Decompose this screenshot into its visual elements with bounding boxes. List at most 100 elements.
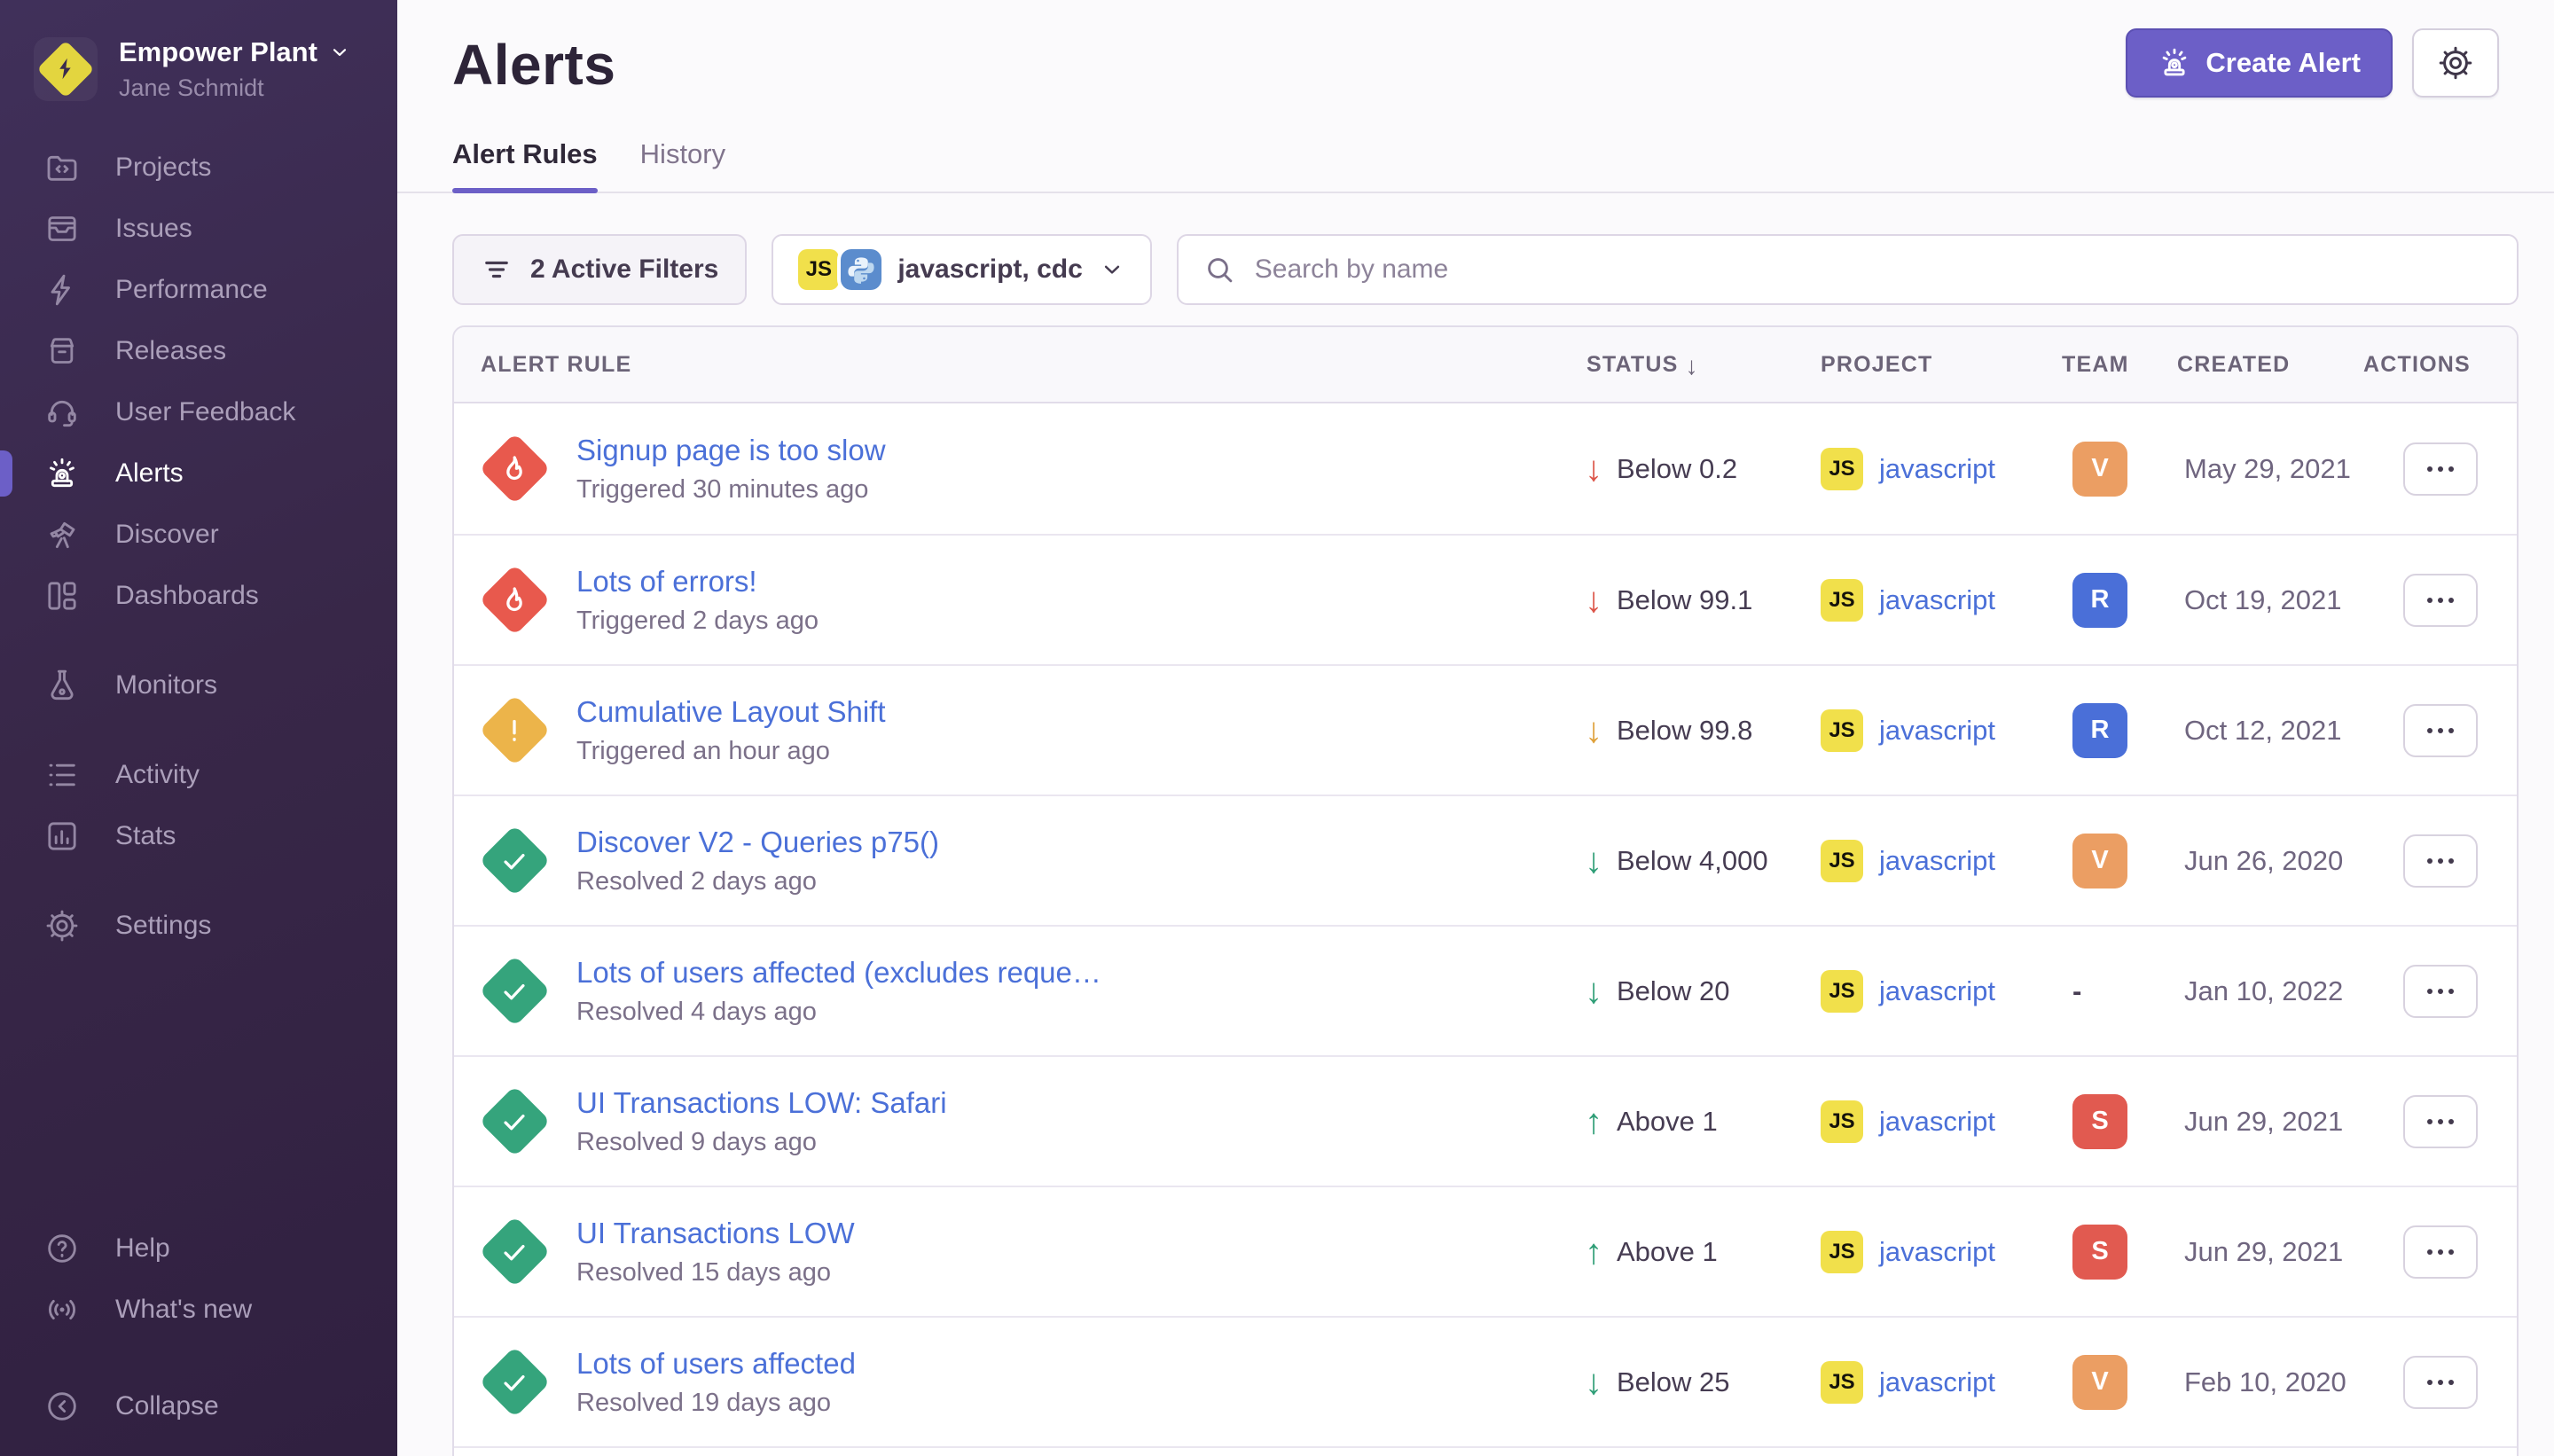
search-field: [1177, 234, 2519, 305]
sidebar-nav: Projects Issues Performance Releases Use…: [0, 137, 397, 957]
trend-arrow-icon: ↑: [1585, 1104, 1602, 1139]
status-value: Above 1: [1617, 1236, 1718, 1268]
tab-history[interactable]: History: [640, 138, 725, 192]
sidebar-item-dashboards[interactable]: Dashboards: [0, 566, 397, 627]
check-diamond-icon: [477, 954, 552, 1029]
sidebar-item-stats[interactable]: Stats: [0, 806, 397, 867]
row-actions-button[interactable]: [2403, 1356, 2478, 1409]
lightning-diamond-logo-icon: [36, 41, 94, 98]
column-header-created[interactable]: CREATED: [2177, 352, 2363, 378]
column-header-status[interactable]: STATUS ↓: [1574, 350, 1821, 379]
sidebar-item-whats-new[interactable]: What's new: [0, 1279, 397, 1340]
filter-icon: [481, 254, 513, 286]
alert-rule-link[interactable]: Discover V2 - Queries p75(): [576, 826, 939, 859]
search-icon: [1203, 254, 1235, 286]
collapse-icon: [44, 1389, 80, 1424]
create-alert-button[interactable]: Create Alert: [2126, 28, 2393, 98]
project-link[interactable]: javascript: [1879, 1366, 1995, 1398]
sidebar-item-monitors[interactable]: Monitors: [0, 655, 397, 716]
table-row: Lots of errors! Triggered 2 days ago ↓ B…: [454, 534, 2517, 664]
trend-arrow-icon: ↓: [1585, 583, 1602, 618]
sidebar-item-settings[interactable]: Settings: [0, 896, 397, 957]
org-name: Empower Plant: [119, 35, 317, 70]
row-actions-button[interactable]: [2403, 442, 2478, 496]
team-avatar: R: [2072, 573, 2127, 628]
trend-arrow-icon: ↓: [1585, 974, 1602, 1009]
dashboards-icon: [44, 578, 80, 614]
sidebar-item-projects[interactable]: Projects: [0, 137, 397, 199]
sidebar-item-activity[interactable]: Activity: [0, 745, 397, 806]
chevron-down-icon: [328, 41, 351, 64]
fire-diamond-icon: [477, 432, 552, 506]
sidebar-item-performance[interactable]: Performance: [0, 260, 397, 321]
whatsnew-icon: [44, 1292, 80, 1327]
project-link[interactable]: javascript: [1879, 1236, 1995, 1268]
alerts-settings-button[interactable]: [2412, 28, 2499, 98]
javascript-project-icon: JS: [798, 249, 839, 290]
alert-rule-detail: Resolved 9 days ago: [576, 1128, 947, 1157]
column-header-project[interactable]: PROJECT: [1821, 352, 2062, 378]
sidebar-item-help[interactable]: Help: [0, 1217, 397, 1279]
table-row: Lots of users affected (excludes reque… …: [454, 925, 2517, 1055]
tab-alert-rules[interactable]: Alert Rules: [452, 138, 598, 192]
row-actions-button[interactable]: [2403, 965, 2478, 1018]
sidebar-item-collapse[interactable]: Collapse: [0, 1375, 397, 1436]
project-link[interactable]: javascript: [1879, 845, 1995, 877]
table-row: UI Transactions LOW Resolved 15 days ago…: [454, 1186, 2517, 1316]
column-header-actions: ACTIONS: [2363, 352, 2517, 378]
gear-icon: [44, 908, 80, 943]
row-actions-button[interactable]: [2403, 1225, 2478, 1279]
column-header-team[interactable]: TEAM: [2062, 352, 2177, 378]
sidebar-item-releases[interactable]: Releases: [0, 321, 397, 382]
project-link[interactable]: javascript: [1879, 975, 1995, 1007]
javascript-project-icon: JS: [1821, 1361, 1863, 1404]
table-row: [454, 1446, 2517, 1456]
javascript-project-icon: JS: [1821, 840, 1863, 882]
alert-rule-link[interactable]: Lots of users affected (excludes reque…: [576, 956, 1101, 990]
team-avatar: -: [2072, 964, 2177, 1019]
trend-arrow-icon: ↓: [1585, 1365, 1602, 1400]
row-actions-button[interactable]: [2403, 704, 2478, 757]
gear-icon: [2437, 44, 2474, 82]
row-actions-button[interactable]: [2403, 1095, 2478, 1148]
project-link[interactable]: javascript: [1879, 453, 1995, 485]
team-avatar: V: [2072, 1355, 2127, 1410]
check-diamond-icon: [477, 1345, 552, 1420]
created-date: Jun 29, 2021: [2177, 1106, 2363, 1138]
alert-rule-link[interactable]: UI Transactions LOW: Safari: [576, 1086, 947, 1120]
alert-rule-link[interactable]: UI Transactions LOW: [576, 1217, 855, 1250]
javascript-project-icon: JS: [1821, 1100, 1863, 1143]
discover-icon: [44, 517, 80, 552]
status-value: Below 0.2: [1617, 453, 1737, 485]
sidebar-item-alerts[interactable]: Alerts: [0, 443, 397, 505]
row-actions-button[interactable]: [2403, 574, 2478, 627]
column-header-alert-rule[interactable]: ALERT RULE: [454, 352, 1574, 378]
alert-rule-detail: Resolved 19 days ago: [576, 1389, 856, 1418]
search-input[interactable]: [1255, 254, 2492, 285]
created-date: Oct 19, 2021: [2177, 584, 2363, 616]
alert-rule-link[interactable]: Lots of errors!: [576, 565, 819, 599]
javascript-project-icon: JS: [1821, 709, 1863, 752]
project-link[interactable]: javascript: [1879, 584, 1995, 616]
alert-rule-link[interactable]: Lots of users affected: [576, 1347, 856, 1381]
project-selector[interactable]: JS javascript, cdc: [772, 234, 1151, 305]
team-avatar: S: [2072, 1094, 2127, 1149]
alert-rule-detail: Triggered an hour ago: [576, 737, 886, 766]
alert-rule-link[interactable]: Signup page is too slow: [576, 434, 886, 467]
sidebar-item-issues[interactable]: Issues: [0, 199, 397, 260]
trend-arrow-icon: ↓: [1585, 843, 1602, 879]
sidebar-item-discover[interactable]: Discover: [0, 505, 397, 566]
active-filters-button[interactable]: 2 Active Filters: [452, 234, 747, 305]
monitors-icon: [44, 668, 80, 703]
activity-icon: [44, 757, 80, 793]
project-link[interactable]: javascript: [1879, 715, 1995, 747]
status-value: Below 25: [1617, 1366, 1730, 1398]
project-link[interactable]: javascript: [1879, 1106, 1995, 1138]
org-switcher[interactable]: Empower Plant Jane Schmidt: [0, 0, 397, 104]
sidebar-item-user-feedback[interactable]: User Feedback: [0, 382, 397, 443]
sidebar-spacer: [0, 957, 397, 1218]
alert-rule-link[interactable]: Cumulative Layout Shift: [576, 695, 886, 729]
created-date: Oct 12, 2021: [2177, 715, 2363, 747]
row-actions-button[interactable]: [2403, 834, 2478, 888]
table-row: Cumulative Layout Shift Triggered an hou…: [454, 664, 2517, 795]
